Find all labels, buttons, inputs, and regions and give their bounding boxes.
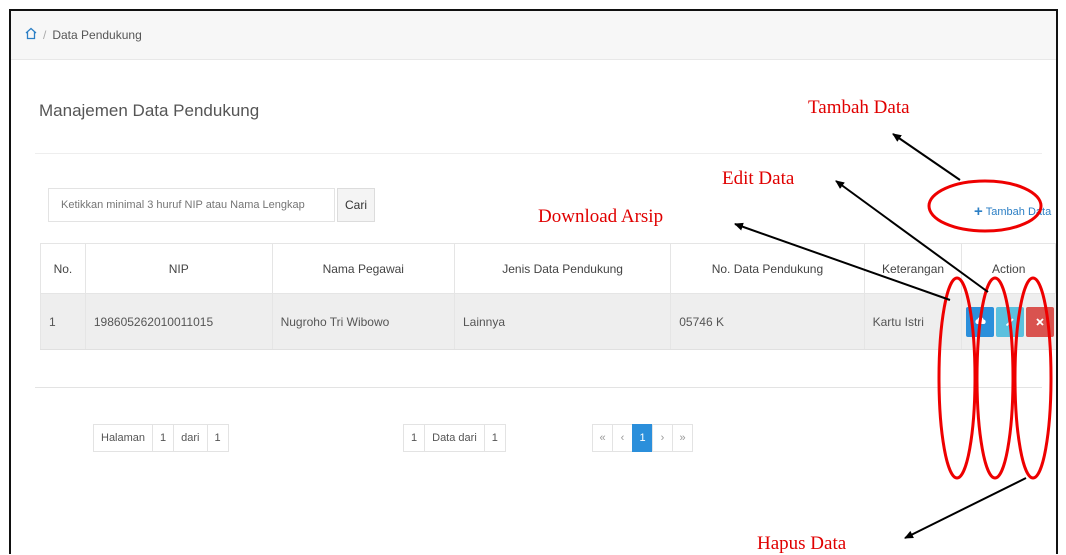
column-header[interactable]: Jenis Data Pendukung [453, 243, 672, 294]
prev-page-button[interactable]: ‹ [612, 424, 633, 452]
add-data-label: Tambah Data [985, 206, 1052, 218]
data-count-indicator: 1 Data dari 1 [403, 424, 506, 452]
close-icon [1036, 317, 1045, 326]
current-page: 1 [153, 425, 175, 451]
cell-nama: Nugroho Tri Wibowo [271, 293, 455, 350]
cell-nip: 198605262010011015 [84, 293, 273, 350]
plus-icon: + [974, 203, 983, 220]
app-frame: / Data Pendukung Manajemen Data Pendukun… [9, 9, 1058, 554]
cell-actions [961, 293, 1056, 350]
data-table: No. NIP Nama Pegawai Jenis Data Pendukun… [40, 243, 1056, 350]
total-pages: 1 [214, 432, 221, 444]
divider [35, 153, 1042, 154]
column-header[interactable]: NIP [84, 243, 273, 294]
edit-button[interactable] [996, 306, 1025, 337]
page-indicator: Halaman 1 dari 1 [93, 424, 229, 452]
next-page-button[interactable]: › [652, 424, 673, 452]
cell-no: 1 [40, 293, 86, 350]
cloud-download-icon [975, 316, 986, 328]
page-title: Manajemen Data Pendukung [39, 101, 260, 120]
cell-keterangan: Kartu Istri [863, 293, 962, 350]
cell-jenis: Lainnya [453, 293, 671, 350]
breadcrumb: / Data Pendukung [11, 11, 1056, 60]
divider [35, 387, 1042, 388]
column-header[interactable]: Keterangan [863, 243, 963, 294]
data-count: 1 [404, 425, 426, 451]
page-label: Halaman [94, 425, 154, 451]
add-data-button[interactable]: + Tambah Data [974, 203, 1052, 220]
cell-nomor: 05746 K [670, 293, 865, 350]
last-page-button[interactable]: » [672, 424, 693, 452]
first-page-button[interactable]: « [592, 424, 613, 452]
download-button[interactable] [966, 306, 995, 337]
row-actions [962, 306, 1055, 337]
of-label: dari [174, 425, 208, 451]
data-of-label: Data dari [425, 425, 485, 451]
column-header[interactable]: No. [40, 243, 86, 294]
search-input[interactable] [48, 188, 335, 222]
data-total: 1 [491, 432, 498, 444]
column-header[interactable]: Nama Pegawai [271, 243, 455, 294]
delete-button[interactable] [1026, 306, 1055, 337]
breadcrumb-current[interactable]: Data Pendukung [52, 28, 141, 42]
pencil-icon [1006, 317, 1015, 326]
column-header: Action [961, 243, 1056, 294]
page-1-button[interactable]: 1 [632, 424, 653, 452]
pagination-nav: « ‹ 1 › » [592, 424, 693, 452]
breadcrumb-separator: / [43, 28, 47, 42]
annotation-hapus: Hapus Data [757, 533, 847, 554]
annotation-tambah: Tambah Data [808, 97, 910, 118]
search-button[interactable]: Cari [337, 188, 375, 222]
home-icon[interactable] [25, 27, 37, 43]
column-header[interactable]: No. Data Pendukung [670, 243, 865, 294]
annotation-edit: Edit Data [722, 168, 795, 189]
table-row: 1 198605262010011015 Nugroho Tri Wibowo … [40, 293, 1056, 350]
table-header-row: No. NIP Nama Pegawai Jenis Data Pendukun… [40, 243, 1056, 294]
annotation-download: Download Arsip [538, 206, 664, 227]
